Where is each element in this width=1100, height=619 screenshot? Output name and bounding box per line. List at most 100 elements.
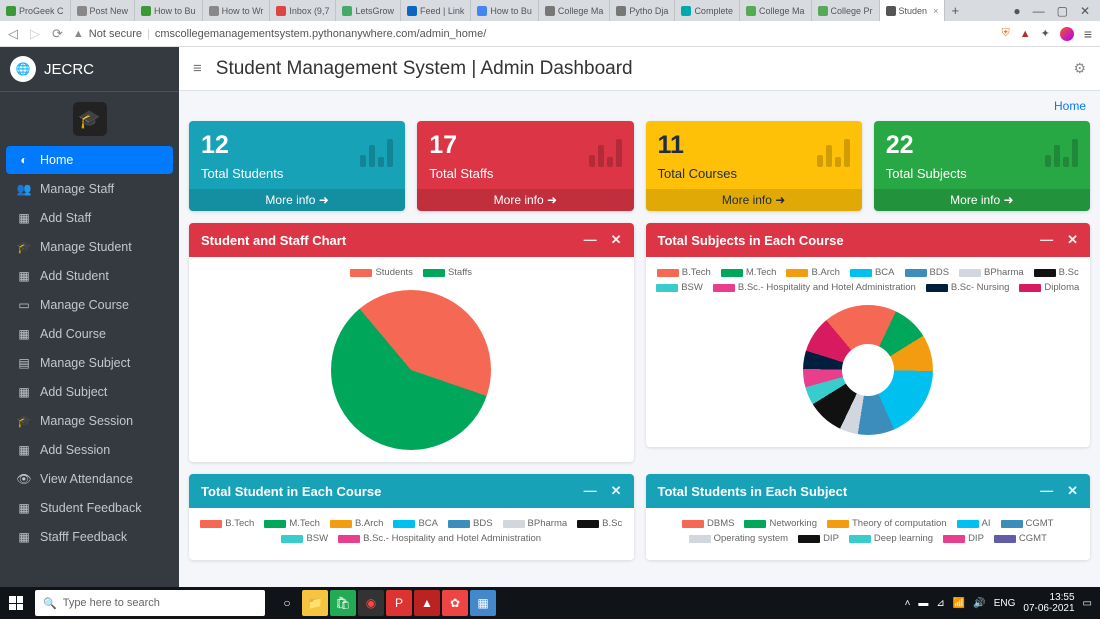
menu-icon: ▤ <box>16 356 32 370</box>
browser-tab[interactable]: Feed | Link <box>401 0 471 21</box>
tray-chevron-icon[interactable]: ˄ <box>905 598 911 609</box>
stat-more-link[interactable]: More info ➜ <box>417 189 633 211</box>
window-close-icon[interactable]: ✕ <box>1080 4 1090 18</box>
minimize-icon[interactable]: — <box>1040 232 1053 248</box>
bars-icon <box>360 135 393 167</box>
clock-date[interactable]: 07-06-2021 <box>1023 603 1074 614</box>
language-indicator[interactable]: ENG <box>994 598 1016 609</box>
stat-box: 12Total Students More info ➜ <box>189 121 405 211</box>
url-text[interactable]: cmscollegemanagementsystem.pythonanywher… <box>155 28 486 40</box>
back-icon[interactable]: ◁ <box>8 26 18 42</box>
window-maximize-icon[interactable]: ▢ <box>1057 4 1068 18</box>
menu-icon[interactable]: ≡ <box>1084 26 1092 42</box>
stat-more-link[interactable]: More info ➜ <box>874 189 1090 211</box>
card-title: Total Subjects in Each Course <box>658 233 844 248</box>
explorer-icon[interactable]: 📁 <box>302 590 328 616</box>
browser-tab[interactable]: Complete <box>675 0 740 21</box>
sidebar-item[interactable]: ▦Add Student <box>6 262 173 290</box>
reload-icon[interactable]: ⟳ <box>52 26 63 42</box>
app-icon[interactable]: P <box>386 590 412 616</box>
hamburger-icon[interactable]: ≡ <box>193 60 202 77</box>
sidebar-item[interactable]: ▦ Add Subject <box>6 378 173 406</box>
sidebar-item[interactable]: ▦Student Feedback <box>6 494 173 522</box>
topbar: ≡ Student Management System | Admin Dash… <box>179 47 1100 91</box>
sidebar-item-label: Home <box>40 153 73 167</box>
store-icon[interactable]: 🛍 <box>330 590 356 616</box>
taskbar-search[interactable]: 🔍 Type here to search <box>35 590 265 616</box>
chrome-minimize-icon[interactable]: ● <box>1013 4 1020 18</box>
sidebar-item[interactable]: 🎓Manage Student <box>6 233 173 261</box>
battery-icon[interactable]: ▬ <box>918 598 928 609</box>
notifications-icon[interactable]: ▭ <box>1083 598 1092 609</box>
browser-tab[interactable]: How to Bu <box>135 0 203 21</box>
cortana-icon[interactable]: ○ <box>274 590 300 616</box>
sidebar-item[interactable]: 👥Manage Staff <box>6 175 173 203</box>
sidebar-item-label: Add Subject <box>40 385 107 399</box>
sidebar-item[interactable]: ▦Add Session <box>6 436 173 464</box>
sidebar-item[interactable]: 🎓Manage Session <box>6 407 173 435</box>
minimize-icon[interactable]: — <box>584 483 597 499</box>
forward-icon[interactable]: ▷ <box>30 26 40 42</box>
arrow-right-icon: ➜ <box>775 193 785 207</box>
extensions-icon[interactable]: ✦ <box>1041 27 1050 40</box>
minimize-icon[interactable]: — <box>584 232 597 248</box>
menu-icon: ▦ <box>16 385 32 399</box>
volume-icon[interactable]: 🔊 <box>973 598 985 609</box>
close-icon[interactable]: ✕ <box>1067 483 1078 499</box>
minimize-icon[interactable]: — <box>1040 483 1053 499</box>
app-icon[interactable]: ✿ <box>442 590 468 616</box>
sidebar-item[interactable]: ▦Stafff Feedback <box>6 523 173 551</box>
sidebar-item[interactable]: ▭Manage Course <box>6 291 173 319</box>
user-avatar-icon[interactable]: 🎓 <box>73 102 107 136</box>
gear-icon[interactable]: ⚙ <box>1073 60 1086 77</box>
pdf-icon[interactable]: ▲ <box>414 590 440 616</box>
profile-icon[interactable] <box>1060 27 1074 41</box>
browser-tab[interactable]: College Pr <box>812 0 880 21</box>
taskbar-apps: ○ 📁 🛍 ◉ P ▲ ✿ ▦ <box>274 590 496 616</box>
stat-more-link[interactable]: More info ➜ <box>189 189 405 211</box>
browser-tab[interactable]: Studen× <box>880 0 946 21</box>
browser-tab[interactable]: Post New <box>71 0 136 21</box>
close-icon[interactable]: ✕ <box>611 232 622 248</box>
arrow-right-icon: ➜ <box>319 193 329 207</box>
sidebar-item[interactable]: ▦Add Course <box>6 320 173 348</box>
browser-tab[interactable]: How to Bu <box>471 0 539 21</box>
browser-tab[interactable]: College Ma <box>539 0 611 21</box>
start-button[interactable] <box>0 596 32 610</box>
sidebar-item[interactable]: 👁View Attendance <box>6 465 173 493</box>
brand[interactable]: 🌐 JECRC <box>0 47 179 92</box>
warning-icon[interactable]: ▲ <box>1020 28 1031 40</box>
browser-tab[interactable]: Pytho Dja <box>610 0 675 21</box>
legend-item: B.Sc.- Hospitality and Hotel Administrat… <box>338 533 541 544</box>
search-placeholder: Type here to search <box>63 597 160 609</box>
legend-item: BSW <box>281 533 328 544</box>
close-icon[interactable]: ✕ <box>1067 232 1078 248</box>
network-icon[interactable]: ⊿ <box>936 598 944 609</box>
menu-icon: 🎓 <box>16 240 32 254</box>
browser-tab[interactable]: How to Wr <box>203 0 271 21</box>
new-tab-button[interactable]: + <box>945 3 965 18</box>
app-icon[interactable]: ▦ <box>470 590 496 616</box>
browser-tab[interactable]: Inbox (9,7 <box>270 0 336 21</box>
sidebar-item[interactable]: ◐Home <box>6 146 173 174</box>
browser-tab[interactable]: College Ma <box>740 0 812 21</box>
browser-tab[interactable]: LetsGrow <box>336 0 401 21</box>
browser-tab[interactable]: ProGeek C <box>0 0 71 21</box>
menu-icon: ▭ <box>16 298 32 312</box>
stat-box: 22Total Subjects More info ➜ <box>874 121 1090 211</box>
breadcrumb: Home <box>179 91 1100 117</box>
window-minimize-icon[interactable]: — <box>1033 4 1045 18</box>
close-icon[interactable]: ✕ <box>611 483 622 499</box>
sidebar-item[interactable]: ▦Add Staff <box>6 204 173 232</box>
app-icon[interactable]: ◉ <box>358 590 384 616</box>
clock-time[interactable]: 13:55 <box>1023 592 1074 603</box>
sidebar-item-label: View Attendance <box>40 472 133 486</box>
breadcrumb-home[interactable]: Home <box>1054 99 1086 113</box>
sidebar-item-label: Manage Session <box>40 414 133 428</box>
legend-item: Diploma <box>1019 282 1079 293</box>
page-title: Student Management System | Admin Dashbo… <box>216 58 633 80</box>
shield-icon[interactable]: ⛨ <box>1001 27 1009 40</box>
wifi-icon[interactable]: 📶 <box>953 598 965 609</box>
sidebar-item[interactable]: ▤Manage Subject <box>6 349 173 377</box>
stat-more-link[interactable]: More info ➜ <box>646 189 862 211</box>
